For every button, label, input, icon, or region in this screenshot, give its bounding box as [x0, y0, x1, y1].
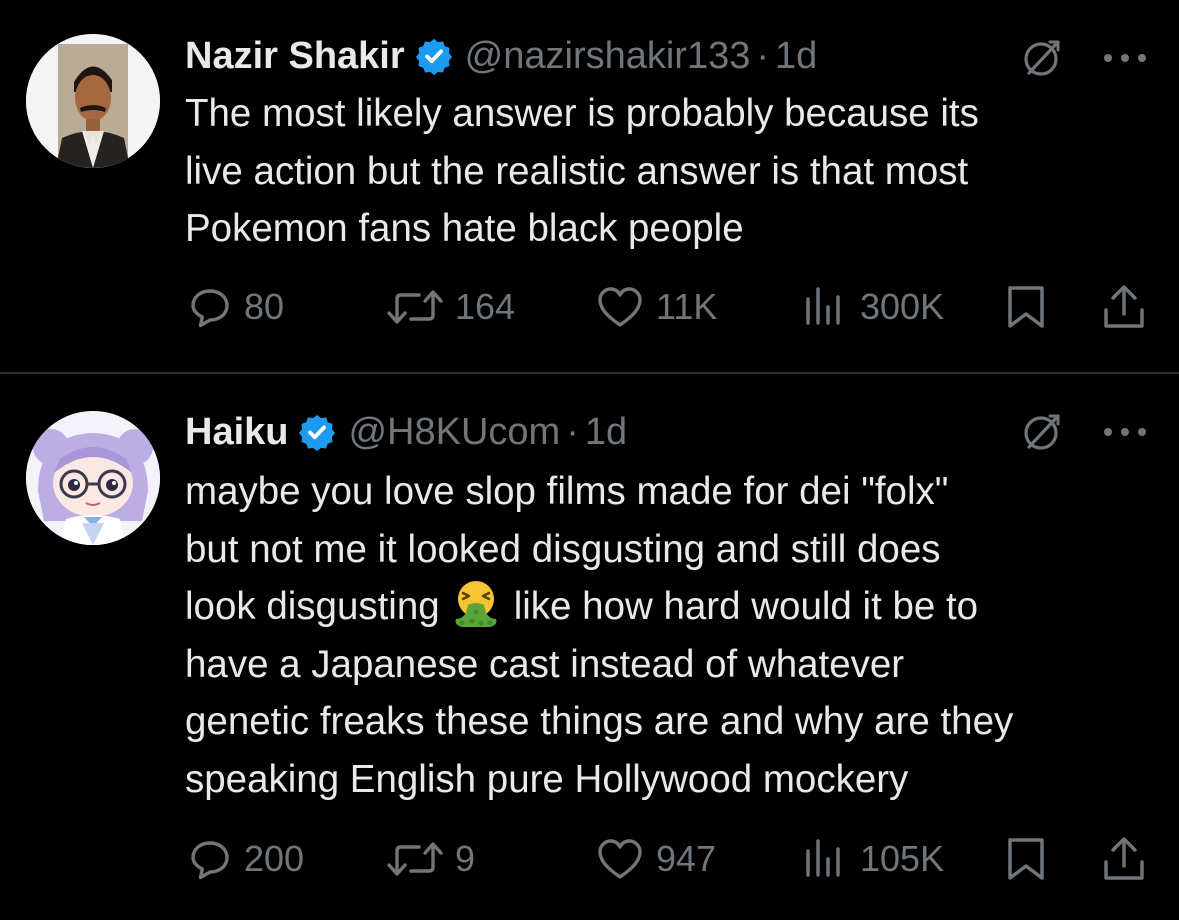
reply-icon: [188, 837, 232, 881]
handle[interactable]: @nazirshakir133: [465, 35, 751, 78]
share-button[interactable]: [1100, 282, 1148, 332]
verified-badge-icon[interactable]: [415, 37, 453, 75]
share-button[interactable]: [1100, 834, 1148, 884]
views-icon: [800, 285, 848, 329]
avatar-image: [26, 34, 160, 168]
timestamp[interactable]: 1d: [775, 35, 817, 78]
separator-dot: ·: [566, 410, 579, 453]
views-button[interactable]: 105K: [800, 834, 944, 884]
bookmark-icon: [1004, 836, 1048, 882]
vomiting-face-emoji: [450, 579, 502, 629]
reply-button[interactable]: 200: [188, 834, 304, 884]
timestamp[interactable]: 1d: [585, 411, 627, 454]
repost-count: 164: [455, 286, 516, 327]
tweet-header: Nazir Shakir @nazirshakir133 · 1d: [185, 30, 817, 82]
tweet-header: Haiku @H8KUcom · 1d: [185, 406, 627, 458]
separator-dot: ·: [756, 34, 770, 77]
avatar[interactable]: [26, 411, 160, 545]
tweet-text-line: Pokemon fans hate black people: [185, 207, 744, 250]
repost-icon: [385, 837, 445, 881]
share-icon: [1100, 836, 1148, 882]
tweet[interactable]: Haiku @H8KUcom · 1d maybe you love slop …: [0, 374, 1179, 920]
tweet-text-line: have a Japanese cast instead of whatever: [185, 642, 905, 686]
reply-button[interactable]: 80: [188, 282, 284, 332]
reply-count: 80: [244, 286, 285, 327]
tweet-text-line: maybe you love slop films made for dei "…: [185, 470, 949, 513]
display-name[interactable]: Nazir Shakir: [185, 35, 405, 78]
share-icon: [1100, 284, 1148, 330]
views-count: 300K: [860, 286, 945, 327]
like-count: 11K: [656, 286, 718, 327]
like-icon: [596, 837, 644, 881]
tweet-text-line: look disgusting like how hard would it be…: [185, 578, 1160, 636]
like-button[interactable]: 947: [596, 834, 716, 884]
tweet-text: maybe you love slop films made for dei "…: [185, 463, 1160, 808]
views-icon: [800, 837, 848, 881]
tweet-text-line: speaking English pure Hollywood mockery: [185, 757, 909, 801]
tweet-text-segment: look disgusting: [185, 585, 440, 628]
tweet-text-segment: like how hard would it be to: [513, 585, 979, 628]
reply-icon: [188, 285, 232, 329]
reply-count: 200: [244, 838, 305, 879]
grok-icon[interactable]: [1020, 410, 1064, 454]
more-icon[interactable]: [1104, 52, 1146, 64]
repost-count: 9: [455, 838, 476, 879]
display-name[interactable]: Haiku: [185, 411, 288, 454]
tweet-actions: 200 9 947 105K: [0, 834, 1179, 884]
tweet-text-line: live action but the realistic answer is …: [185, 149, 969, 193]
verified-badge-icon[interactable]: [298, 413, 336, 451]
repost-button[interactable]: 9: [385, 834, 475, 884]
repost-icon: [385, 285, 445, 329]
tweet-actions: 80 164 11K 300K: [0, 282, 1179, 332]
like-button[interactable]: 11K: [596, 282, 717, 332]
tweet-text-line: The most likely answer is probably becau…: [185, 92, 979, 135]
like-icon: [596, 285, 644, 329]
views-count: 105K: [860, 838, 945, 879]
tweet[interactable]: Nazir Shakir @nazirshakir133 · 1d The mo…: [0, 0, 1179, 372]
tweet-text: The most likely answer is probably becau…: [185, 85, 1160, 258]
avatar[interactable]: [26, 34, 160, 168]
tweet-text-line: genetic freaks these things are and why …: [185, 700, 1014, 743]
grok-icon[interactable]: [1020, 36, 1064, 80]
avatar-image: [26, 411, 160, 545]
bookmark-button[interactable]: [1004, 282, 1048, 332]
bookmark-button[interactable]: [1004, 834, 1048, 884]
more-icon[interactable]: [1104, 426, 1146, 438]
views-button[interactable]: 300K: [800, 282, 944, 332]
tweet-text-line: but not me it looked disgusting and stil…: [185, 527, 941, 571]
repost-button[interactable]: 164: [385, 282, 515, 332]
like-count: 947: [656, 838, 717, 879]
bookmark-icon: [1004, 284, 1048, 330]
handle[interactable]: @H8KUcom: [348, 411, 560, 454]
